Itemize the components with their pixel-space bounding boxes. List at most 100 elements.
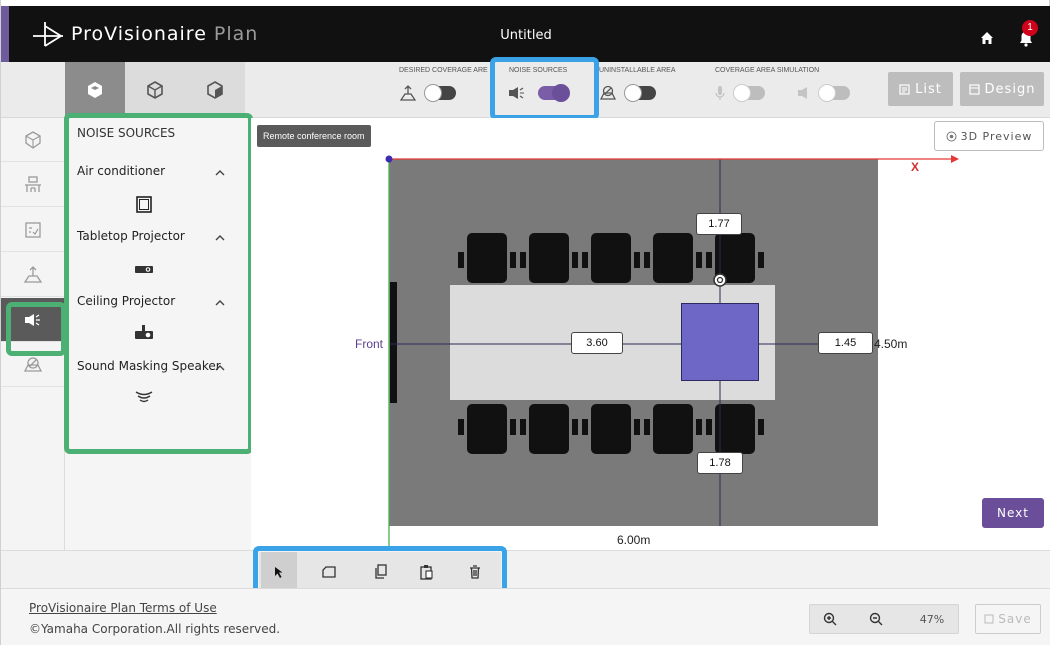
document-title[interactable]: Untitled [500, 28, 551, 43]
toggle-knob [818, 84, 836, 102]
design-button-label: Design [984, 81, 1036, 97]
logo-mark-icon [33, 22, 63, 47]
air-conditioner-icon[interactable] [133, 196, 155, 214]
view-side-button[interactable] [185, 62, 245, 118]
cube-side-icon [207, 81, 223, 99]
category-tabletop-projector[interactable]: Tabletop Projector [77, 229, 185, 243]
room-shape-icon [25, 130, 41, 149]
zoom-level: 47% [919, 612, 945, 626]
select-tool-button[interactable] [261, 552, 297, 592]
desired-coverage-toggle[interactable] [424, 84, 456, 102]
ceiling-microphone-area[interactable] [681, 303, 759, 381]
paste-icon [420, 565, 433, 580]
dimension-top[interactable]: 1.77 [696, 213, 742, 235]
dimension-left[interactable]: 3.60 [571, 332, 623, 354]
view-front-button[interactable] [125, 62, 185, 118]
save-button-label: Save [998, 612, 1032, 626]
noise-sources-toggle[interactable] [538, 84, 570, 102]
room-width-label: 6.00m [617, 533, 651, 547]
app-header: ProVisionaire Plan Untitled 1 [1, 6, 1050, 62]
notification-badge: 1 [1022, 20, 1038, 36]
rotate-handle-icon[interactable] [713, 273, 727, 287]
sound-masking-speaker-icon[interactable] [133, 388, 155, 406]
view-mode-group [65, 62, 245, 118]
toggle-knob [424, 84, 442, 102]
rail-furniture-button[interactable] [1, 163, 65, 207]
rail-uninstallable-button[interactable] [1, 343, 65, 387]
zoom-in-button[interactable] [812, 605, 848, 633]
furniture-icon [25, 175, 41, 192]
cube-top-icon [88, 82, 102, 98]
uninstallable-area-icon [23, 356, 43, 372]
rail-room-button[interactable] [1, 118, 65, 162]
zoom-controls: 47% [809, 604, 959, 634]
chevron-up-icon[interactable] [215, 233, 225, 243]
coverage-simulation-label: COVERAGE AREA SIMULATION [715, 67, 820, 74]
delete-button[interactable] [457, 552, 493, 592]
toggle-knob [624, 84, 642, 102]
design-button[interactable]: Design [960, 72, 1044, 106]
zoom-in-icon [823, 612, 837, 626]
draw-shape-tool-button[interactable] [311, 552, 347, 592]
left-tool-rail [1, 118, 65, 588]
home-icon[interactable] [979, 30, 995, 46]
copy-icon [375, 564, 387, 579]
rail-coverage-button[interactable] [1, 253, 65, 297]
list-icon [899, 83, 910, 95]
copy-button[interactable] [363, 552, 399, 592]
chevron-up-icon[interactable] [215, 168, 225, 178]
uninstallable-area-toggle[interactable] [624, 84, 656, 102]
speaker-icon [798, 87, 807, 99]
coverage-area-icon [23, 265, 43, 283]
mode-toolbar: DESIRED COVERAGE ARE NOISE SOURCES UNINS… [1, 62, 1050, 118]
trash-icon [470, 565, 480, 579]
category-ceiling-projector[interactable]: Ceiling Projector [77, 294, 175, 308]
toggle-knob [552, 84, 570, 102]
desired-coverage-label: DESIRED COVERAGE ARE [399, 67, 488, 74]
panel-title: NOISE SOURCES [77, 126, 176, 140]
app-footer: ProVisionaire Plan Terms of Use ©Yamaha … [1, 588, 1050, 645]
paste-button[interactable] [409, 552, 445, 592]
dimension-bottom[interactable]: 1.78 [697, 452, 743, 474]
edit-toolbar [259, 552, 501, 592]
noise-speaker-icon [509, 87, 524, 99]
guide-lines [385, 155, 959, 550]
save-button[interactable]: Save [975, 604, 1041, 634]
view-top-button[interactable] [65, 62, 125, 118]
uninstallable-area-icon [599, 85, 617, 100]
simulation-mic-toggle[interactable] [733, 84, 765, 102]
coverage-area-icon [399, 85, 417, 101]
brand-name: ProVisionaire Plan [71, 23, 259, 45]
chevron-up-icon[interactable] [215, 298, 225, 308]
floor-plan-canvas[interactable]: Remote conference room 3D Preview 1.77 3… [251, 118, 1050, 550]
cube-front-icon [147, 81, 163, 99]
room-depth-label: 4.50m [874, 337, 908, 351]
terms-of-use-link[interactable]: ProVisionaire Plan Terms of Use [29, 601, 217, 615]
front-label: Front [355, 337, 384, 351]
design-icon [968, 83, 980, 95]
category-sound-masking-speaker[interactable]: Sound Masking Speaker [77, 359, 221, 373]
toggle-knob [733, 84, 751, 102]
next-button[interactable]: Next [982, 498, 1044, 528]
save-icon [984, 614, 994, 624]
zoom-out-button[interactable] [858, 605, 894, 633]
ceiling-projector-icon[interactable] [133, 324, 155, 342]
x-axis-label: X [911, 160, 920, 174]
zoom-out-icon [869, 612, 883, 626]
rail-noise-sources-button[interactable] [1, 298, 65, 342]
uninstallable-area-label: UNINSTALLABLE AREA [599, 67, 676, 74]
category-air-conditioner[interactable]: Air conditioner [77, 164, 165, 178]
microphone-icon [715, 86, 725, 100]
noise-speaker-icon [25, 313, 40, 326]
header-accent-bar [1, 6, 9, 62]
rail-checklist-button[interactable] [1, 208, 65, 252]
checklist-icon [25, 221, 41, 238]
simulation-speaker-toggle[interactable] [818, 84, 850, 102]
app-window: ProVisionaire Plan Untitled 1 DESIRED CO… [0, 0, 1050, 645]
chevron-up-icon[interactable] [215, 363, 225, 373]
polygon-shape-icon [322, 566, 336, 578]
list-button[interactable]: List [888, 72, 953, 106]
canvas-bottom-bar [1, 550, 1050, 588]
dimension-right[interactable]: 1.45 [818, 332, 873, 354]
tabletop-projector-icon[interactable] [133, 260, 155, 278]
